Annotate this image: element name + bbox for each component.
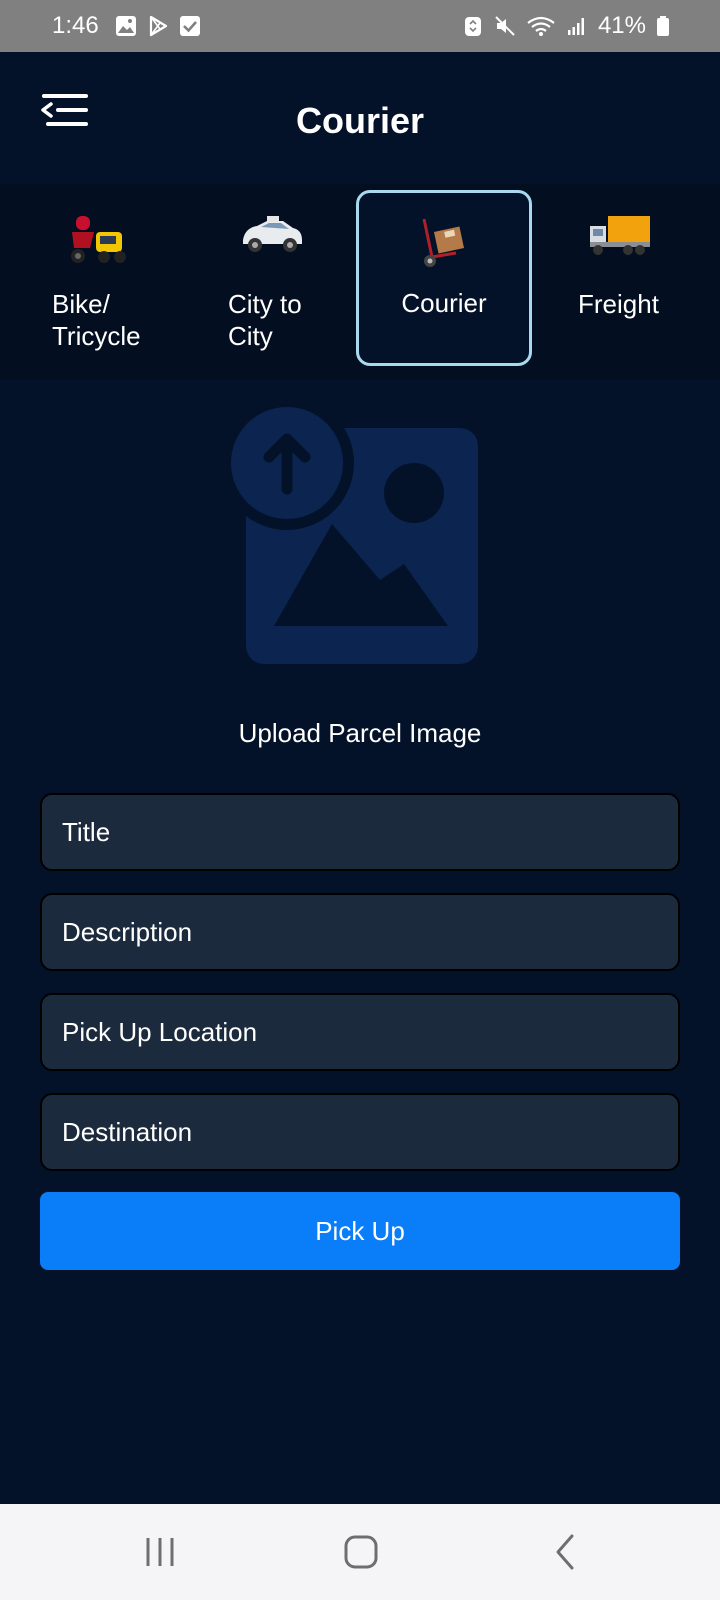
back-icon[interactable]	[550, 1530, 580, 1574]
destination-field[interactable]: Destination	[40, 1093, 680, 1171]
category-label: Bike/Tricycle	[52, 289, 141, 351]
bike-tricycle-icon	[71, 216, 126, 263]
category-label: City to City	[228, 289, 302, 351]
status-bar-right: 41%	[462, 12, 670, 40]
pickup-location-field[interactable]: Pick Up Location	[40, 993, 680, 1071]
freight-truck-icon	[590, 216, 650, 255]
image-upload-icon[interactable]	[230, 406, 486, 674]
recycle-icon	[464, 17, 481, 36]
mute-icon	[495, 16, 515, 36]
gallery-icon	[115, 16, 136, 36]
status-time: 1:46	[52, 12, 99, 39]
pick-up-button[interactable]: Pick Up	[40, 1192, 680, 1270]
description-placeholder: Description	[62, 916, 193, 947]
status-bar-left: 1:46	[52, 12, 201, 40]
category-city-to-city[interactable]: City to City	[184, 190, 360, 366]
category-label: Courier	[401, 288, 487, 318]
taxi-car-icon	[243, 216, 302, 252]
wifi-icon	[527, 16, 555, 36]
battery-icon	[657, 16, 669, 36]
title-placeholder: Title	[62, 816, 111, 847]
play-store-icon	[149, 15, 167, 37]
destination-placeholder: Destination	[62, 1116, 193, 1147]
system-nav-bar	[0, 1504, 720, 1600]
page-title: Courier	[295, 100, 425, 141]
hand-truck-parcel-icon	[422, 218, 465, 267]
title-field[interactable]: Title	[40, 793, 680, 871]
status-bar: 1:46 41%	[0, 0, 720, 52]
upload-label: Upload Parcel Image	[238, 718, 482, 748]
checkbox-icon	[179, 16, 200, 36]
category-selector: Bike/Tricycle City to City Courier Freig…	[0, 184, 720, 380]
category-courier[interactable]: Courier	[356, 190, 532, 366]
app-bar: Courier	[0, 52, 720, 184]
pickup-location-placeholder: Pick Up Location	[62, 1016, 258, 1047]
signal-icon	[567, 18, 584, 35]
category-freight[interactable]: Freight	[532, 190, 708, 366]
description-field[interactable]: Description	[40, 893, 680, 971]
recent-apps-icon[interactable]	[144, 1530, 176, 1574]
category-label: Freight	[578, 289, 659, 319]
category-bike-tricycle[interactable]: Bike/Tricycle	[8, 190, 184, 366]
battery-percent: 41%	[597, 12, 646, 39]
home-icon[interactable]	[342, 1530, 382, 1574]
